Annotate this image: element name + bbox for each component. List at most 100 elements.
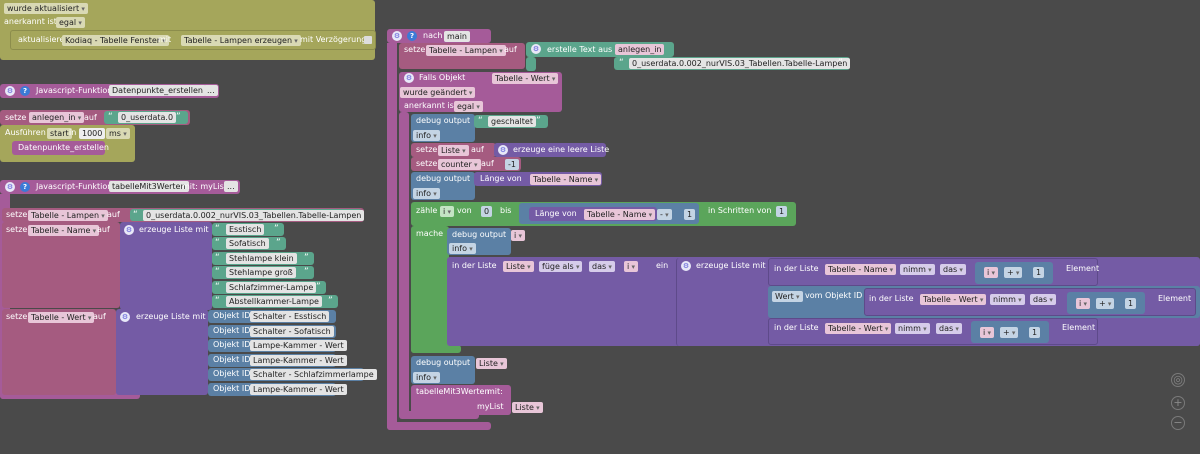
row2-one[interactable]: 1 xyxy=(1125,298,1137,309)
gear-icon[interactable]: ⚙ xyxy=(392,31,402,41)
list-item-value[interactable]: Schalter - Sofatisch xyxy=(250,325,334,337)
row3-plus[interactable]: + xyxy=(1000,327,1019,338)
row3-var[interactable]: Tabelle - Wert xyxy=(825,323,892,334)
laenge-var-dropdown[interactable]: Tabelle - Name xyxy=(530,174,602,185)
liste-var-dropdown[interactable]: Liste xyxy=(438,145,469,156)
mylist-var[interactable]: Liste xyxy=(512,402,543,413)
minus-operator-dropdown[interactable]: - xyxy=(657,209,672,220)
egal-dropdown[interactable]: egal xyxy=(454,101,483,112)
row1-das[interactable]: das xyxy=(940,264,966,275)
delay-checkbox[interactable] xyxy=(364,36,372,44)
row3-i[interactable]: i xyxy=(980,327,994,338)
gear-icon[interactable]: ⚙ xyxy=(124,225,134,235)
insert-liste-var[interactable]: Liste xyxy=(503,261,534,272)
zoom-out-icon[interactable]: − xyxy=(1171,416,1185,430)
list-item-value[interactable]: Abstellkammer-Lampe xyxy=(226,296,322,307)
das-dropdown[interactable]: das xyxy=(589,261,615,272)
var-lampen-dropdown[interactable]: Tabelle - Lampen xyxy=(28,210,108,221)
anlegen-var[interactable]: anlegen_in xyxy=(615,44,665,55)
info-dropdown[interactable]: info xyxy=(413,130,440,141)
row3-one[interactable]: 1 xyxy=(1029,327,1041,338)
row1-i[interactable]: i xyxy=(984,267,998,278)
ms-value-field[interactable]: 1000 xyxy=(79,128,106,139)
help-icon[interactable]: ? xyxy=(20,182,30,192)
row2-das[interactable]: das xyxy=(1030,294,1056,305)
gear-icon[interactable]: ⚙ xyxy=(498,145,508,155)
var-name-dropdown[interactable]: Tabelle - Name xyxy=(28,225,100,236)
info-dropdown[interactable]: info xyxy=(413,372,440,383)
path-value[interactable]: 0_userdata.0.002_nurVIS.03_Tabellen.Tabe… xyxy=(629,58,851,69)
function-params-1[interactable]: ... xyxy=(204,85,218,96)
loop-var-dropdown[interactable]: i xyxy=(440,206,454,217)
list-item-value[interactable]: Schalter - Esstisch xyxy=(250,311,330,322)
row2-plus[interactable]: + xyxy=(1096,298,1115,309)
list-item-value[interactable]: Lampe-Kammer - Wert xyxy=(250,383,347,395)
row3-nimm[interactable]: nimm xyxy=(895,323,930,334)
help-icon[interactable]: ? xyxy=(20,86,30,96)
element-label: Element xyxy=(1066,264,1100,273)
bis-var-dropdown[interactable]: Tabelle - Name xyxy=(584,209,656,220)
counter-var-dropdown[interactable]: counter xyxy=(438,159,481,170)
gear-icon[interactable]: ⚙ xyxy=(404,73,414,83)
help-icon[interactable]: ? xyxy=(407,31,417,41)
list-item-value[interactable]: Esstisch xyxy=(226,224,265,235)
von-value[interactable]: 0 xyxy=(481,206,493,217)
trigger-dropdown[interactable]: wurde aktualisiert xyxy=(4,3,88,14)
function-name-1[interactable]: Datenpunkte_erstellen xyxy=(109,85,206,96)
list-item-value[interactable]: Sofatisch xyxy=(226,238,269,250)
row1-plus[interactable]: + xyxy=(1004,267,1023,278)
debug-label: debug output xyxy=(416,116,471,125)
gear-icon[interactable]: ⚙ xyxy=(681,261,691,271)
zoom-in-icon[interactable]: + xyxy=(1171,396,1185,410)
fuege-dropdown[interactable]: füge als xyxy=(539,261,583,272)
falls-var-dropdown[interactable]: Tabelle - Wert xyxy=(492,73,559,84)
call-mit-label: mit: xyxy=(487,387,503,396)
row2-nimm[interactable]: nimm xyxy=(990,294,1025,305)
row3-das[interactable]: das xyxy=(936,323,962,334)
quote-close-icon: ” xyxy=(276,238,281,249)
start-field[interactable]: start xyxy=(47,128,72,139)
gear-icon[interactable]: ⚙ xyxy=(5,182,15,192)
row1-one[interactable]: 1 xyxy=(1033,267,1045,278)
geandert-dropdown[interactable]: wurde geändert xyxy=(400,87,476,98)
schritte-value[interactable]: 1 xyxy=(776,206,788,217)
function-more-2[interactable]: ... xyxy=(224,181,238,192)
objekt-id-label: Objekt ID xyxy=(213,369,251,378)
minus-value[interactable]: 1 xyxy=(684,209,696,220)
row1-nimm[interactable]: nimm xyxy=(900,264,935,275)
main-tag[interactable]: main xyxy=(444,31,470,42)
row1-var[interactable]: Tabelle - Name xyxy=(825,264,897,275)
debug-i-var[interactable]: i xyxy=(511,230,525,241)
anerkannt-dropdown[interactable]: egal xyxy=(56,17,85,28)
list-item-value[interactable]: Lampe-Kammer - Wert xyxy=(250,354,347,366)
falls-label: Falls Objekt xyxy=(419,73,466,82)
list-item-value[interactable]: Schlafzimmer-Lampe xyxy=(226,281,317,293)
info-dropdown[interactable]: info xyxy=(449,243,476,254)
list-item-value[interactable]: Stehlampe groß xyxy=(226,267,296,279)
counter-value[interactable]: -1 xyxy=(505,159,519,170)
row2-var[interactable]: Tabelle - Wert xyxy=(920,294,987,305)
center-target-icon[interactable]: ◎ xyxy=(1171,373,1185,387)
list-item-value[interactable]: Stehlampe klein xyxy=(226,252,297,264)
main-var-lampen-dropdown[interactable]: Tabelle - Lampen xyxy=(426,45,506,56)
function-name-2[interactable]: tabelleMit3Werten xyxy=(109,181,189,192)
gear-icon[interactable]: ⚙ xyxy=(531,44,541,54)
row2-i[interactable]: i xyxy=(1076,298,1090,309)
text-anlegen-value[interactable]: 0_userdata.0 xyxy=(118,112,177,123)
value-dropdown[interactable]: Tabelle - Lampen erzeugen xyxy=(181,35,301,46)
list-item-value[interactable]: Schalter - Schlafzimmerlampe xyxy=(250,369,377,380)
call-label-1: Datenpunkte_erstellen xyxy=(18,143,109,152)
info-dropdown[interactable]: info xyxy=(413,188,440,199)
var-anlegen-dropdown[interactable]: anlegen_in xyxy=(29,112,85,123)
geschaltet-value[interactable]: geschaltet xyxy=(488,116,536,127)
wert-dropdown[interactable]: Wert xyxy=(772,291,803,302)
ms-unit-dropdown[interactable]: ms xyxy=(106,128,130,139)
var-wert-dropdown[interactable]: Tabelle - Wert xyxy=(28,312,95,323)
gear-icon[interactable]: ⚙ xyxy=(120,312,130,322)
list-item-value[interactable]: Lampe-Kammer - Wert xyxy=(250,340,347,351)
gear-icon[interactable]: ⚙ xyxy=(5,86,15,96)
device-dropdown[interactable]: Kodiaq - Tabelle Fenster xyxy=(62,35,169,46)
insert-i-var[interactable]: i xyxy=(624,261,638,272)
text-lampen-value[interactable]: 0_userdata.0.002_nurVIS.03_Tabellen.Tabe… xyxy=(143,210,365,221)
debug-liste-var[interactable]: Liste xyxy=(476,358,507,369)
